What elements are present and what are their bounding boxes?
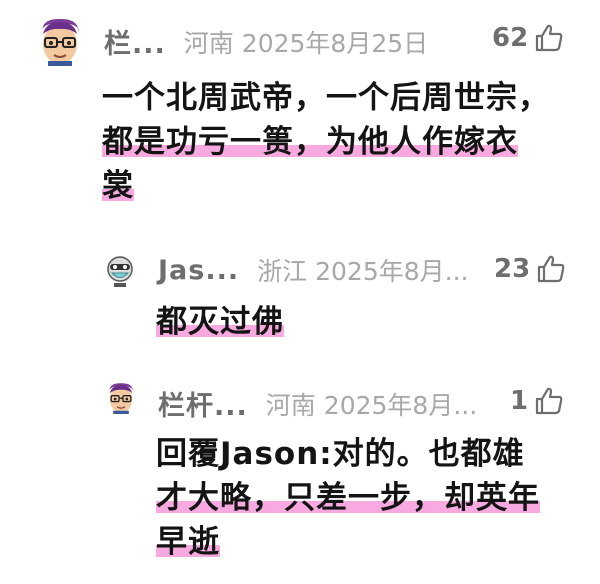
comment-line: 都灭过佛 [156,300,284,344]
comment-line: 回覆Jason:对的。也都雄 [156,436,525,472]
comment-line: 一个北周武帝，一个后周世宗， [102,80,550,116]
username[interactable]: Jas... [158,255,239,286]
avatar[interactable] [104,254,136,288]
avatar-robot-mask-icon [104,254,136,288]
comment-2: Jas... 浙江 2025年8月... 23 都灭过佛 [0,240,600,360]
like-button[interactable]: 23 [494,254,566,284]
comment-line: 裳 [102,164,550,208]
comment-1: 栏... 河南 2025年8月25日 62 一个北周武帝，一个后周世宗， 都是功… [0,0,600,230]
comment-text: 一个北周武帝，一个后周世宗， 都是功亏一篑，为他人作嫁衣 裳 [102,76,550,208]
like-button[interactable]: 62 [492,23,564,53]
avatar[interactable] [34,14,86,66]
like-count: 62 [492,23,529,53]
username[interactable]: 栏杆... [158,384,248,423]
thumbs-up-icon[interactable] [534,23,564,53]
date: 2025年8月25日 [241,28,429,58]
comment-text: 回覆Jason:对的。也都雄 才大略，只差一步，却英年 早逝 [156,432,540,564]
comment-line: 才大略，只差一步，却英年 [156,476,540,520]
avatar[interactable] [104,378,138,416]
date: 2025年8月... [323,390,478,420]
like-count: 1 [510,386,529,416]
location: 浙江 [257,257,308,286]
comment-line: 都是功亏一篑，为他人作嫁衣 [102,120,550,164]
like-count: 23 [494,254,531,284]
avatar-cartoon-glasses-icon [104,380,138,414]
location: 河南 [265,390,316,420]
highlight: 都是功亏一篑，为他人作嫁衣 [102,124,518,160]
location: 河南 [183,28,234,58]
username[interactable]: 栏... [104,22,166,61]
highlight: 裳 [102,168,134,204]
highlight: 都灭过佛 [156,304,284,340]
avatar-cartoon-glasses-icon [34,14,86,66]
like-button[interactable]: 1 [510,386,564,416]
thumbs-up-icon[interactable] [534,386,564,416]
highlight: 才大略，只差一步，却英年 [156,480,540,516]
comment-text: 都灭过佛 [156,300,284,344]
highlight: 早逝 [156,524,220,560]
thumbs-up-icon[interactable] [536,254,566,284]
comment-3: 栏杆... 河南 2025年8月... 1 回覆Jason:对的。也都雄 才大略… [0,366,600,584]
comment-line: 早逝 [156,520,540,564]
date: 2025年8月... [315,257,469,286]
